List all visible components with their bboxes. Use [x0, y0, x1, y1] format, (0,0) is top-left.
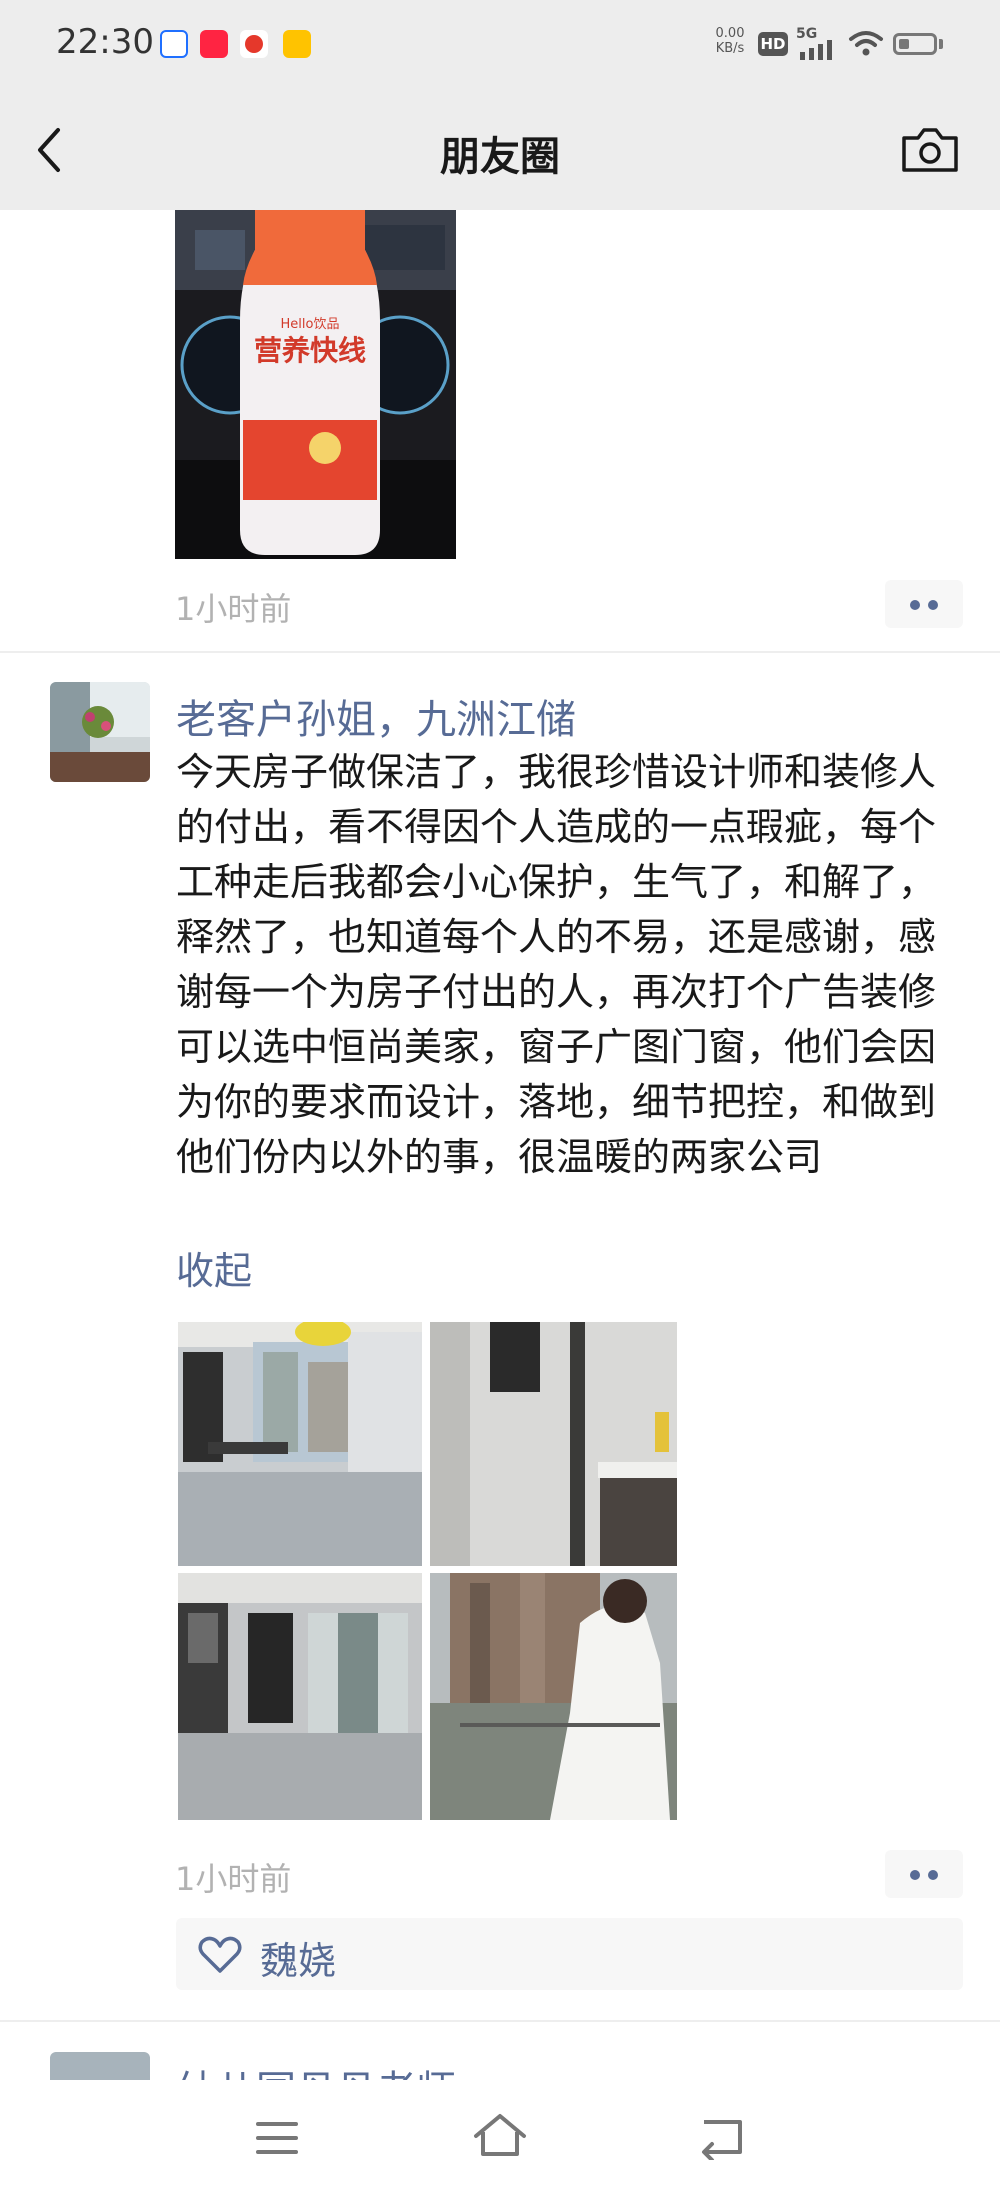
app-icon-blue — [160, 30, 188, 58]
page-title: 朋友圈 — [440, 134, 560, 180]
balcony-photo — [430, 1573, 677, 1820]
dot-icon — [928, 1870, 938, 1880]
post-author[interactable]: 老客户孙姐，九洲江储 — [176, 687, 576, 745]
more-button[interactable] — [885, 580, 963, 628]
battery-icon — [893, 33, 937, 55]
post-time: 1小时前 — [175, 590, 292, 628]
room-photo — [178, 1322, 422, 1566]
next-post-peek: 幼儿园丹丹老师 — [0, 2022, 1000, 2080]
app-icon-red — [240, 30, 268, 58]
dot-icon — [928, 600, 938, 610]
post-photo[interactable] — [430, 1322, 677, 1566]
wifi-icon — [849, 31, 883, 56]
post-photo[interactable] — [178, 1573, 422, 1820]
like-user[interactable]: 魏娆 — [260, 1930, 336, 1985]
post-text: 今天房子做保洁了，我很珍惜设计师和装修人的付出，看不得因个人造成的一点瑕疵，每个… — [176, 750, 937, 1179]
cell-signal-icon — [800, 40, 832, 60]
menu-icon[interactable] — [254, 2118, 300, 2158]
dot-icon — [910, 600, 920, 610]
post-photo[interactable]: Hello饮品 营养快线 — [175, 210, 456, 559]
bottle-brand-text: Hello饮品 — [281, 317, 340, 332]
battery-tip — [939, 39, 943, 49]
xiaohongshu-icon — [200, 30, 228, 58]
battery-level — [899, 39, 909, 49]
avatar[interactable] — [50, 2052, 150, 2080]
dot-icon — [910, 1870, 920, 1880]
camera-icon — [902, 128, 958, 172]
avatar[interactable] — [50, 682, 150, 782]
home-icon[interactable] — [472, 2112, 528, 2160]
kitchen-photo — [178, 1573, 422, 1820]
bottle-label-text: 营养快线 — [254, 334, 366, 367]
hd-badge: HD — [758, 32, 788, 56]
heart-icon — [198, 1936, 242, 1973]
network-speed: 0.00 KB/s — [715, 26, 745, 56]
camera-button[interactable] — [898, 122, 962, 178]
back-nav-icon[interactable] — [696, 2114, 748, 2160]
post-photo[interactable] — [430, 1573, 677, 1820]
post-time: 1小时前 — [175, 1860, 292, 1898]
post-divider — [0, 651, 1000, 653]
post-photo[interactable] — [178, 1322, 422, 1566]
status-time: 22:30 — [56, 22, 154, 62]
bathroom-photo — [430, 1322, 677, 1566]
collapse-link[interactable]: 收起 — [176, 1240, 252, 1295]
more-button[interactable] — [885, 1850, 963, 1898]
bottle-photo: Hello饮品 营养快线 — [175, 210, 456, 559]
meituan-icon — [283, 30, 311, 58]
post-author[interactable]: 幼儿园丹丹老师 — [176, 2058, 456, 2080]
avatar-image — [50, 682, 150, 782]
